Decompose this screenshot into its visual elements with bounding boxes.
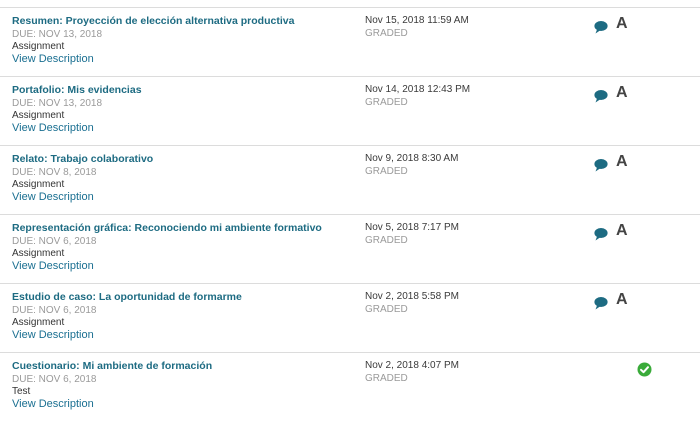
- status-text: GRADED: [365, 97, 408, 108]
- item-title-link[interactable]: Representación gráfica: Reconociendo mi …: [12, 222, 322, 234]
- status-text: GRADED: [365, 28, 408, 39]
- due-date: DUE: NOV 13, 2018: [12, 98, 103, 109]
- submitted-date: Nov 15, 2018 11:59 AM: [365, 15, 469, 26]
- status-text: GRADED: [365, 235, 408, 246]
- grades-list: Resumen: Proyección de elección alternat…: [0, 0, 700, 421]
- submitted-date: Nov 9, 2018 8:30 AM: [365, 153, 459, 164]
- due-date: DUE: NOV 6, 2018: [12, 374, 97, 385]
- item-title-link[interactable]: Cuestionario: Mi ambiente de formación: [12, 360, 212, 372]
- grade-row: Cuestionario: Mi ambiente de formación D…: [0, 353, 700, 421]
- due-date: DUE: NOV 13, 2018: [12, 29, 103, 40]
- item-type: Assignment: [12, 110, 65, 121]
- status-text: GRADED: [365, 166, 408, 177]
- submitted-date: Nov 2, 2018 5:58 PM: [365, 291, 459, 302]
- status-text: GRADED: [365, 373, 408, 384]
- item-type: Assignment: [12, 248, 65, 259]
- grade-value: A: [616, 291, 628, 308]
- view-description-link[interactable]: View Description: [12, 329, 94, 341]
- view-description-link[interactable]: View Description: [12, 398, 94, 410]
- submitted-date: Nov 14, 2018 12:43 PM: [365, 84, 471, 95]
- item-title-link[interactable]: Portafolio: Mis evidencias: [12, 84, 142, 96]
- grade-value: A: [616, 153, 628, 170]
- comment-icon[interactable]: [594, 296, 608, 310]
- item-type: Assignment: [12, 317, 65, 328]
- grade-row: Estudio de caso: La oportunidad de forma…: [0, 284, 700, 353]
- due-date: DUE: NOV 6, 2018: [12, 305, 97, 316]
- item-type: Assignment: [12, 41, 65, 52]
- view-description-link[interactable]: View Description: [12, 191, 94, 203]
- grade-row: Portafolio: Mis evidencias DUE: NOV 13, …: [0, 77, 700, 146]
- comment-icon[interactable]: [594, 158, 608, 172]
- view-description-link[interactable]: View Description: [12, 122, 94, 134]
- check-circle-icon: [637, 362, 652, 377]
- comment-icon[interactable]: [594, 227, 608, 241]
- item-title-link[interactable]: Relato: Trabajo colaborativo: [12, 153, 153, 165]
- grade-value: A: [616, 84, 628, 101]
- due-date: DUE: NOV 8, 2018: [12, 167, 97, 178]
- item-title-link[interactable]: Resumen: Proyección de elección alternat…: [12, 15, 294, 27]
- comment-icon[interactable]: [594, 89, 608, 103]
- grade-row: Resumen: Proyección de elección alternat…: [0, 8, 700, 77]
- due-date: DUE: NOV 6, 2018: [12, 236, 97, 247]
- grade-row: Relato: Trabajo colaborativo DUE: NOV 8,…: [0, 146, 700, 215]
- comment-icon[interactable]: [594, 20, 608, 34]
- status-text: GRADED: [365, 304, 408, 315]
- submitted-date: Nov 2, 2018 4:07 PM: [365, 360, 459, 371]
- item-type: Test: [12, 386, 31, 397]
- grade-value: A: [616, 222, 628, 239]
- item-title-link[interactable]: Estudio de caso: La oportunidad de forma…: [12, 291, 242, 303]
- item-type: Assignment: [12, 179, 65, 190]
- view-description-link[interactable]: View Description: [12, 53, 94, 65]
- grade-value: A: [616, 15, 628, 32]
- view-description-link[interactable]: View Description: [12, 260, 94, 272]
- grade-row: Representación gráfica: Reconociendo mi …: [0, 215, 700, 284]
- submitted-date: Nov 5, 2018 7:17 PM: [365, 222, 459, 233]
